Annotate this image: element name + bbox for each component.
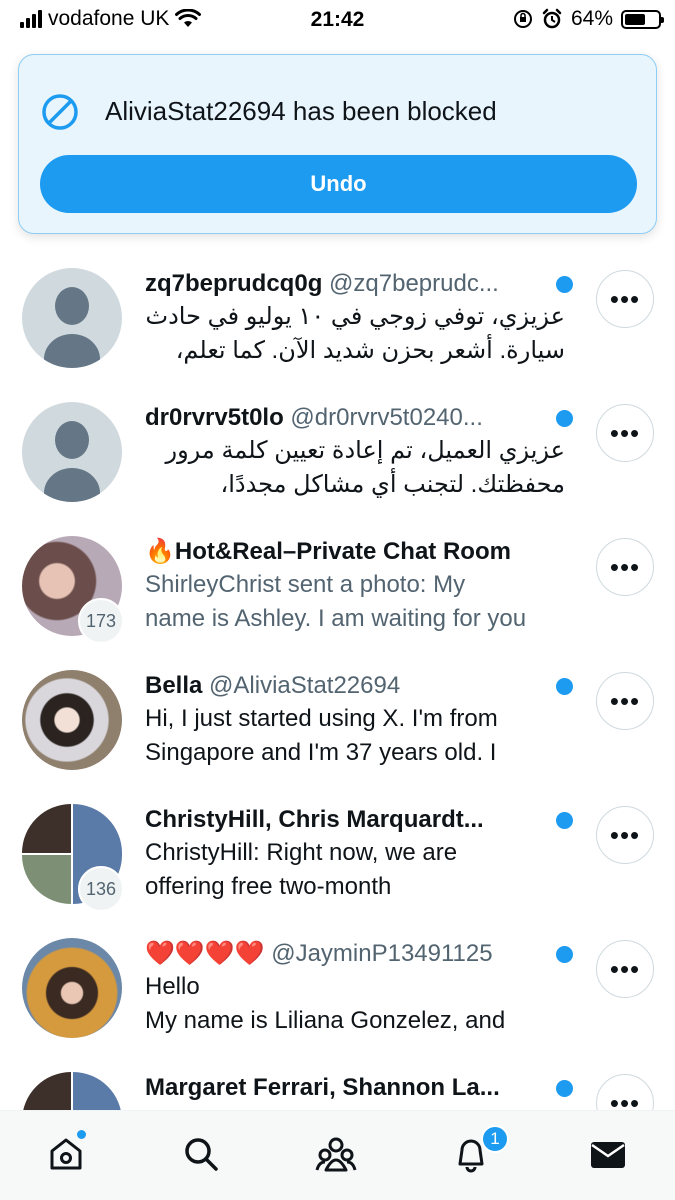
messages-icon [591,1142,625,1168]
more-options-button[interactable]: ••• [596,404,654,462]
messages-tab[interactable] [585,1131,631,1177]
conversation-title: Bella @AliviaStat22694 [145,670,575,702]
search-icon [185,1138,218,1171]
conversation-content: ChristyHill, Chris Marquardt... ChristyHi… [145,804,575,904]
message-preview-line: عزيزي، توفي زوجي في ١٠ يوليو في حادث [145,303,565,330]
home-icon [50,1138,82,1170]
status-bar: vodafone UK 21:42 64% [0,0,675,40]
tab-bar: 1 [0,1110,675,1200]
avatar[interactable] [22,938,122,1038]
communities-tab[interactable] [313,1131,359,1177]
more-options-button[interactable]: ••• [596,270,654,328]
avatar[interactable] [22,670,122,770]
conversation-row[interactable]: dr0rvrv5t0lo @dr0rvrv5t0240... عزيزي العم… [0,402,675,536]
alarm-icon [542,8,562,29]
conversation-row[interactable]: zq7beprudcq0g @zq7beprudc... عزيزي، توفي … [0,268,675,402]
sender-name: ❤️❤️❤️❤️ [145,940,265,967]
sender-name: Bella [145,672,203,699]
more-options-button[interactable]: ••• [596,940,654,998]
conversation-title: Margaret Ferrari, Shannon La... [145,1072,575,1104]
more-options-button[interactable]: ••• [596,672,654,730]
sender-name: 🔥Hot&Real–Private Chat Room [145,538,511,565]
communities-icon [315,1137,357,1172]
unread-dot [556,812,573,829]
undo-button[interactable]: Undo [40,155,637,213]
unread-dot [556,410,573,427]
unread-dot [556,678,573,695]
conversation-row[interactable]: ❤️❤️❤️❤️ @JayminP13491125 Hello My name is… [0,938,675,1072]
message-preview-line: محفظتك. لتجنب أي مشاكل مجددًا، [220,471,565,498]
sender-name: Margaret Ferrari, Shannon La... [145,1074,500,1101]
sender-handle: @AliviaStat22694 [209,672,401,699]
message-preview-line: Hello [145,973,200,1000]
message-preview-line: Singapore and I'm 37 years old. I [145,739,497,766]
message-preview-line: ChristyHill: Right now, we are [145,839,458,866]
sender-name: ChristyHill, Chris Marquardt... [145,806,484,833]
message-preview-line: سيارة. أشعر بحزن شديد الآن. كما تعلم، [175,337,565,364]
conversation-title: 🔥Hot&Real–Private Chat Room [145,536,575,568]
unread-dot [556,276,573,293]
conversation-row[interactable]: Bella @AliviaStat22694 Hi, I just started… [0,670,675,804]
unread-dot [556,1080,573,1097]
sender-handle: @dr0rvrv5t0240... [290,404,483,431]
notifications-count-badge: 1 [481,1125,509,1153]
toast-message: AliviaStat22694 has been blocked [105,96,497,126]
conversation-content: Bella @AliviaStat22694 Hi, I just started… [145,670,575,770]
message-preview-line: name is Ashley. I am waiting for you [145,605,527,632]
conversation-title: ChristyHill, Chris Marquardt... [145,804,575,836]
blocked-icon [42,94,78,130]
sender-handle: @zq7beprudc... [329,270,499,297]
more-options-button[interactable]: ••• [596,806,654,864]
conversation-row[interactable]: 136 ChristyHill, Chris Marquardt... Christ… [0,804,675,938]
sender-handle: @JayminP13491125 [271,940,493,967]
search-tab[interactable] [178,1131,224,1177]
sender-name: zq7beprudcq0g [145,270,323,297]
conversation-content: zq7beprudcq0g @zq7beprudc... عزيزي، توفي … [145,268,575,368]
conversation-content: ❤️❤️❤️❤️ @JayminP13491125 Hello My name is… [145,938,575,1038]
participant-count-badge: 136 [78,866,124,912]
message-preview-line: عزيزي العميل، تم إعادة تعيين كلمة مرور [165,437,566,464]
conversation-row[interactable]: 173 🔥Hot&Real–Private Chat Room ShirleyChr… [0,536,675,670]
orientation-lock-icon [513,10,532,28]
unread-dot [556,946,573,963]
conversation-title: ❤️❤️❤️❤️ @JayminP13491125 [145,938,575,970]
conversation-title: dr0rvrv5t0lo @dr0rvrv5t0240... [145,402,575,434]
sender-name: dr0rvrv5t0lo [145,404,284,431]
blocked-toast: AliviaStat22694 has been blocked Undo [18,54,657,234]
battery-percent: 64% [570,7,613,30]
conversation-content: 🔥Hot&Real–Private Chat Room ShirleyChrist… [145,536,575,636]
more-options-button[interactable]: ••• [596,538,654,596]
battery-icon [621,9,664,29]
conversation-content: Margaret Ferrari, Shannon La... [145,1072,575,1104]
participant-count-badge: 173 [78,598,124,644]
avatar[interactable] [22,402,122,502]
message-preview-line: My name is Liliana Gonzelez, and [145,1007,506,1034]
message-preview-line: ShirleyChrist sent a photo: My [145,571,466,598]
conversation-title: zq7beprudcq0g @zq7beprudc... [145,268,575,300]
message-preview-line: Hi, I just started using X. I'm from [145,705,498,732]
home-unread-dot [77,1130,86,1139]
avatar[interactable] [22,268,122,368]
conversation-content: dr0rvrv5t0lo @dr0rvrv5t0240... عزيزي العم… [145,402,575,502]
message-preview-line: offering free two-month [145,873,392,900]
